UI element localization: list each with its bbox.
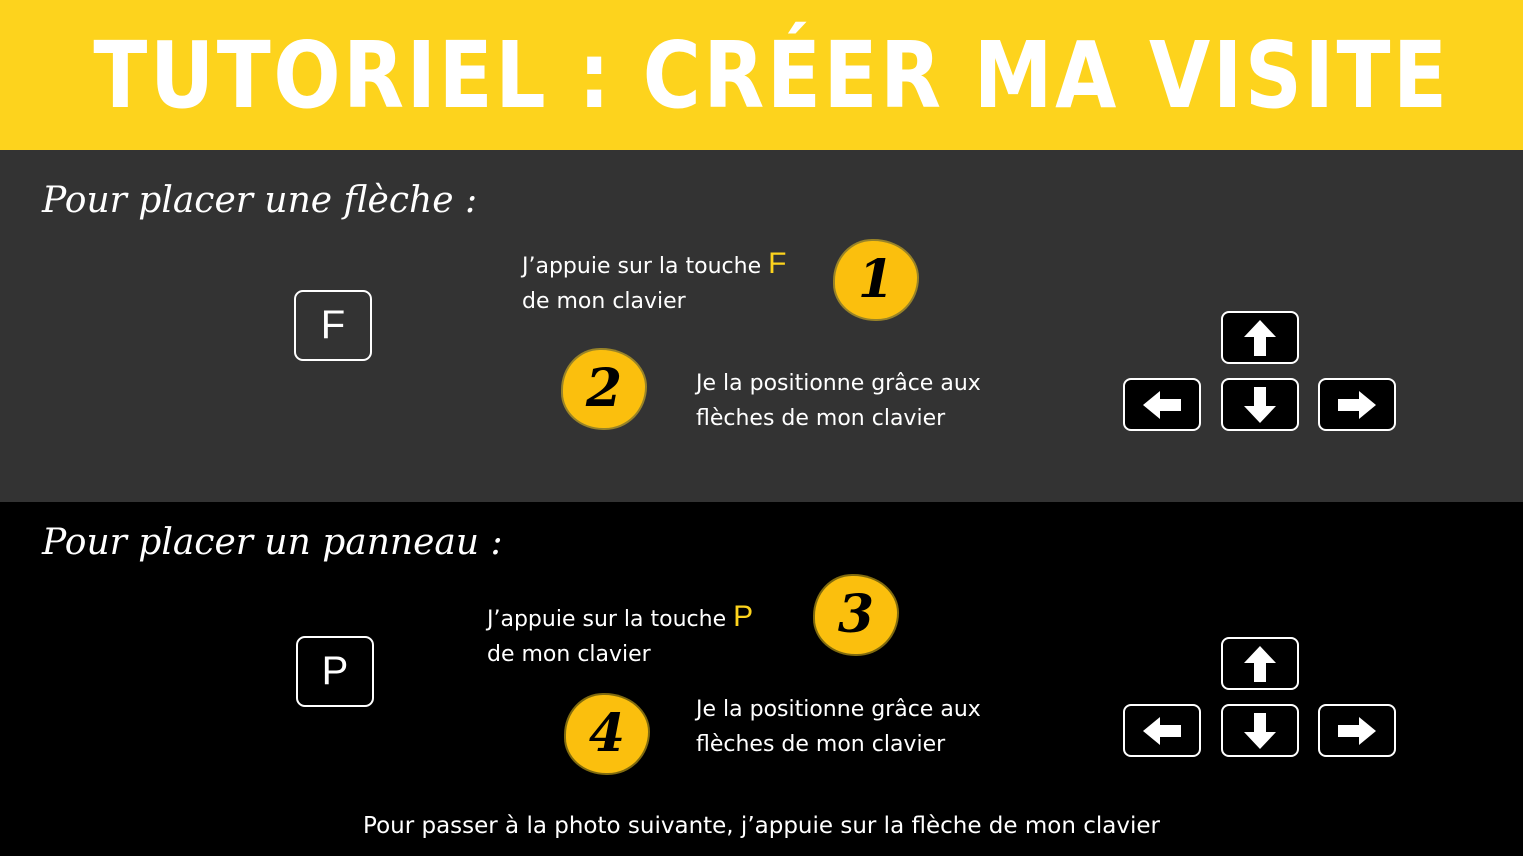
step2-line1: Je la positionne grâce aux [696, 371, 981, 396]
step2-line2: flèches de mon clavier [696, 406, 946, 431]
arrow-down-icon [1244, 386, 1276, 423]
arrow-down-key [1221, 704, 1299, 757]
section-heading: Pour placer une flèche : [42, 180, 478, 221]
arrow-up-key [1221, 637, 1299, 690]
arrow-left-icon [1143, 390, 1181, 419]
page-title: TUTORIEL : CRÉER MA VISITE [93, 21, 1450, 129]
step-badge-1: 1 [835, 241, 917, 319]
step4-text: Je la positionne grâce aux flèches de mo… [696, 692, 981, 762]
step1-line1: J’appuie sur la touche [522, 254, 762, 279]
step-badge-4: 4 [566, 695, 648, 773]
step2-text: Je la positionne grâce aux flèches de mo… [696, 366, 981, 436]
arrow-right-icon [1338, 716, 1376, 745]
arrow-up-icon [1244, 645, 1276, 682]
step3-key: P [733, 600, 754, 633]
p-key-icon: P [296, 636, 374, 707]
step1-key: F [768, 247, 787, 280]
step-number: 3 [837, 584, 875, 645]
step-number: 1 [857, 249, 895, 310]
footer-note: Pour passer à la photo suivante, j’appui… [363, 813, 1160, 839]
step4-line2: flèches de mon clavier [696, 732, 946, 757]
step-badge-3: 3 [815, 576, 897, 654]
arrow-right-key [1318, 704, 1396, 757]
step3-text: J’appuie sur la touche P de mon clavier [487, 599, 753, 672]
arrow-up-key [1221, 311, 1299, 364]
section-panel: Pour placer un panneau : P J’appuie sur … [0, 502, 1523, 856]
arrow-right-icon [1338, 390, 1376, 419]
step3-line2: de mon clavier [487, 642, 651, 667]
arrow-left-key [1123, 704, 1201, 757]
arrow-up-icon [1244, 319, 1276, 356]
title-banner: TUTORIEL : CRÉER MA VISITE [0, 0, 1523, 150]
step1-text: J’appuie sur la touche F de mon clavier [522, 246, 786, 319]
step-number: 4 [588, 703, 626, 764]
section-arrow: Pour placer une flèche : F J’appuie sur … [0, 150, 1523, 502]
arrow-down-icon [1244, 712, 1276, 749]
step4-line1: Je la positionne grâce aux [696, 697, 981, 722]
arrow-right-key [1318, 378, 1396, 431]
step-number: 2 [585, 358, 623, 419]
f-key-icon: F [294, 290, 372, 361]
arrow-left-key [1123, 378, 1201, 431]
arrow-down-key [1221, 378, 1299, 431]
arrow-left-icon [1143, 716, 1181, 745]
step3-line1: J’appuie sur la touche [487, 607, 727, 632]
step1-line2: de mon clavier [522, 289, 686, 314]
step-badge-2: 2 [563, 350, 645, 428]
section-heading: Pour placer un panneau : [42, 522, 503, 563]
